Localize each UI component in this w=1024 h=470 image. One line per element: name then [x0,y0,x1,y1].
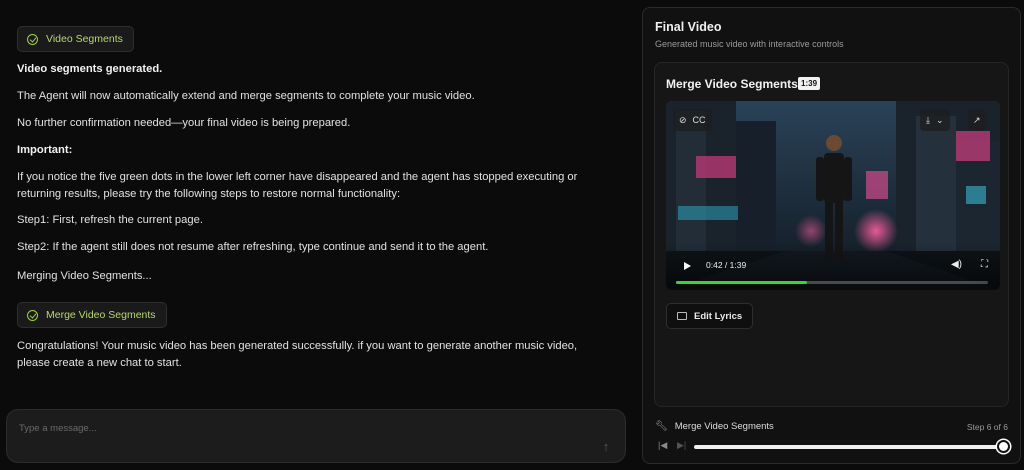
panel-title: Final Video [655,20,722,34]
video-player[interactable]: ⊘ CC ⤓ ⌄ ↗ 0:42 / 1:39 ◀) ⛶ [666,101,1000,290]
open-external-button[interactable]: ↗ [968,109,986,131]
check-circle-icon [27,33,38,45]
video-time: 0:42 / 1:39 [706,260,747,270]
card-title: Merge Video Segments [666,77,798,91]
message-text: Step2: If the agent still does not resum… [17,241,489,253]
video-progress-bar[interactable] [676,281,988,284]
step-count: Step 6 of 6 [966,422,1008,432]
edit-lyrics-label: Edit Lyrics [694,310,743,322]
message-text: No further confirmation needed—your fina… [17,117,351,129]
chat-panel: Video Segments Video segments generated.… [0,0,636,470]
merge-segments-badge: Merge Video Segments [17,302,167,328]
message-text: Merging Video Segments... [17,270,152,282]
step-name: Merge Video Segments [674,421,774,432]
captions-toggle[interactable]: ⊘ CC [673,109,712,131]
chevron-down-icon: ⌄ [935,114,944,125]
fullscreen-icon[interactable]: ⛶ [981,259,988,270]
send-arrow-icon[interactable]: ↑ [599,440,613,454]
message-input[interactable] [19,420,579,436]
message-text: The Agent will now automatically extend … [17,90,475,102]
video-segments-badge: Video Segments [17,26,134,52]
download-menu-button[interactable]: ⤓ ⌄ [920,109,950,131]
play-icon[interactable] [684,262,691,270]
wrench-icon: 🔧︎ [655,421,668,432]
step-slider[interactable] [694,440,1010,453]
step-slider-knob[interactable] [997,440,1010,453]
message-text: Congratulations! Your music video has be… [17,340,578,369]
message-heading: Video segments generated. [17,63,163,75]
volume-icon[interactable]: ◀) [951,259,962,270]
lyrics-icon [677,312,687,320]
message-heading: Important: [17,144,73,156]
captions-off-icon: ⊘ [679,114,687,125]
check-circle-icon [27,309,38,321]
badge-label: Video Segments [46,33,123,45]
message-composer: ↑ [6,409,626,463]
external-link-icon: ↗ [973,114,981,125]
message-text: If you notice the five green dots in the… [17,171,578,200]
video-progress-fill [676,281,808,284]
panel-subtitle: Generated music video with interactive c… [655,39,844,49]
download-icon: ⤓ [926,114,930,125]
edit-lyrics-button[interactable]: Edit Lyrics [666,303,754,329]
video-controls: 0:42 / 1:39 ◀) ⛶ [666,242,1000,290]
skip-first-icon[interactable]: |◀ [658,440,667,451]
duration-badge: 1:39 [798,77,821,90]
badge-label: Merge Video Segments [46,309,156,321]
skip-previous-icon[interactable]: ▶| [677,440,686,451]
current-step: 🔧︎ Merge Video Segments [655,421,774,432]
final-video-panel: Final Video Generated music video with i… [642,7,1021,464]
message-text: Step1: First, refresh the current page. [17,214,203,226]
cc-label: CC [692,115,706,125]
video-card: Merge Video Segments 1:39 ⊘ CC ⤓ ⌄ ↗ 0:4… [654,62,1009,407]
